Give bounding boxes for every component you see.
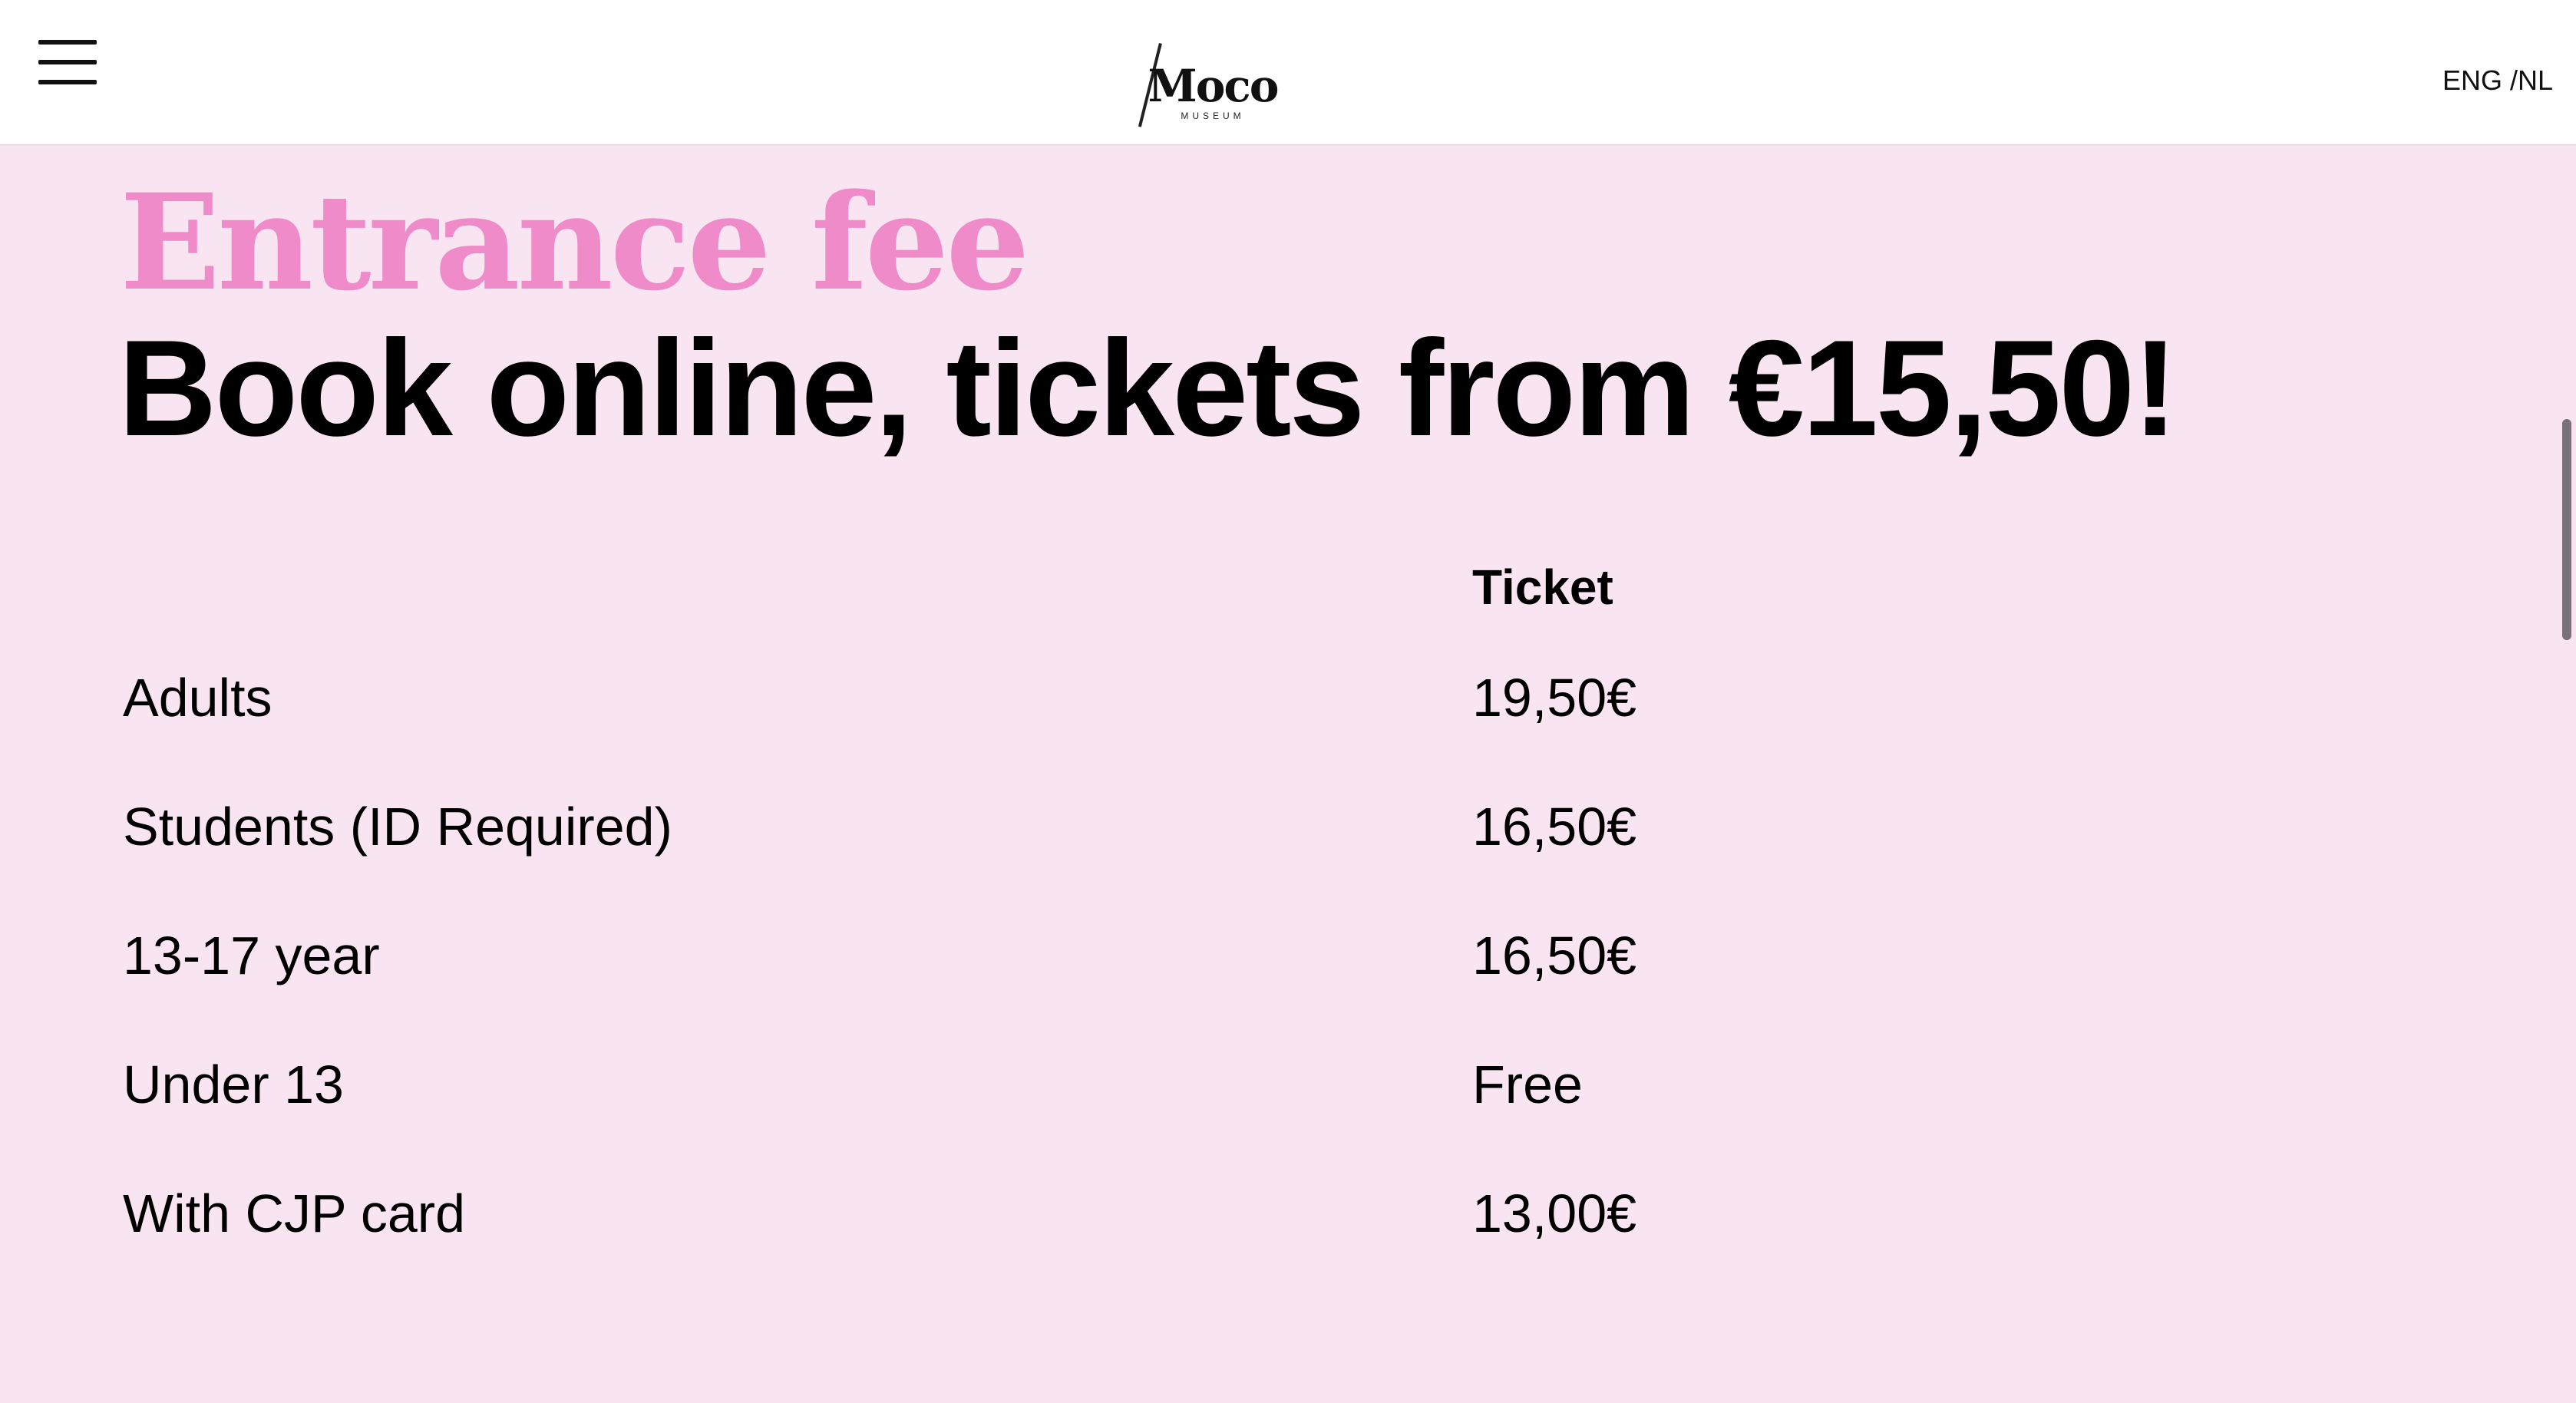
price-row-value: 16,50€ [1472, 926, 1637, 985]
moco-museum-logo[interactable]: Moco MUSEUM [1138, 43, 1282, 135]
page-scrollbar[interactable] [2556, 146, 2576, 1403]
language-switcher: ENG /NL [2442, 64, 2553, 97]
price-row-value: 13,00€ [1472, 1183, 1637, 1243]
price-row-label: With CJP card [123, 1183, 466, 1243]
price-row-label: Students (ID Required) [123, 797, 672, 857]
ticket-column-header: Ticket [1472, 560, 1613, 615]
price-row-label: Under 13 [123, 1055, 344, 1114]
scrollbar-thumb[interactable] [2562, 419, 2571, 640]
logo-wordmark: Moco [1148, 60, 1280, 112]
price-row-label: Adults [123, 668, 272, 728]
price-row-value: 19,50€ [1472, 668, 1637, 728]
language-option-nl[interactable]: NL [2518, 64, 2553, 96]
section-kicker: Entrance fee [120, 164, 1030, 320]
hamburger-menu-icon[interactable] [34, 37, 103, 91]
price-row-label: 13-17 year [123, 926, 380, 985]
language-option-eng[interactable]: ENG [2442, 64, 2502, 96]
site-header: Moco MUSEUM ENG /NL [0, 0, 2576, 146]
price-row-value: 16,50€ [1472, 797, 1637, 857]
logo-subtitle: MUSEUM [1181, 111, 1245, 121]
page-title: Book online, tickets from €15,50! [118, 312, 2178, 464]
entrance-fee-section: Entrance fee Book online, tickets from €… [0, 146, 2576, 1403]
price-row-value: Free [1472, 1055, 1583, 1114]
language-separator: / [2502, 64, 2518, 96]
